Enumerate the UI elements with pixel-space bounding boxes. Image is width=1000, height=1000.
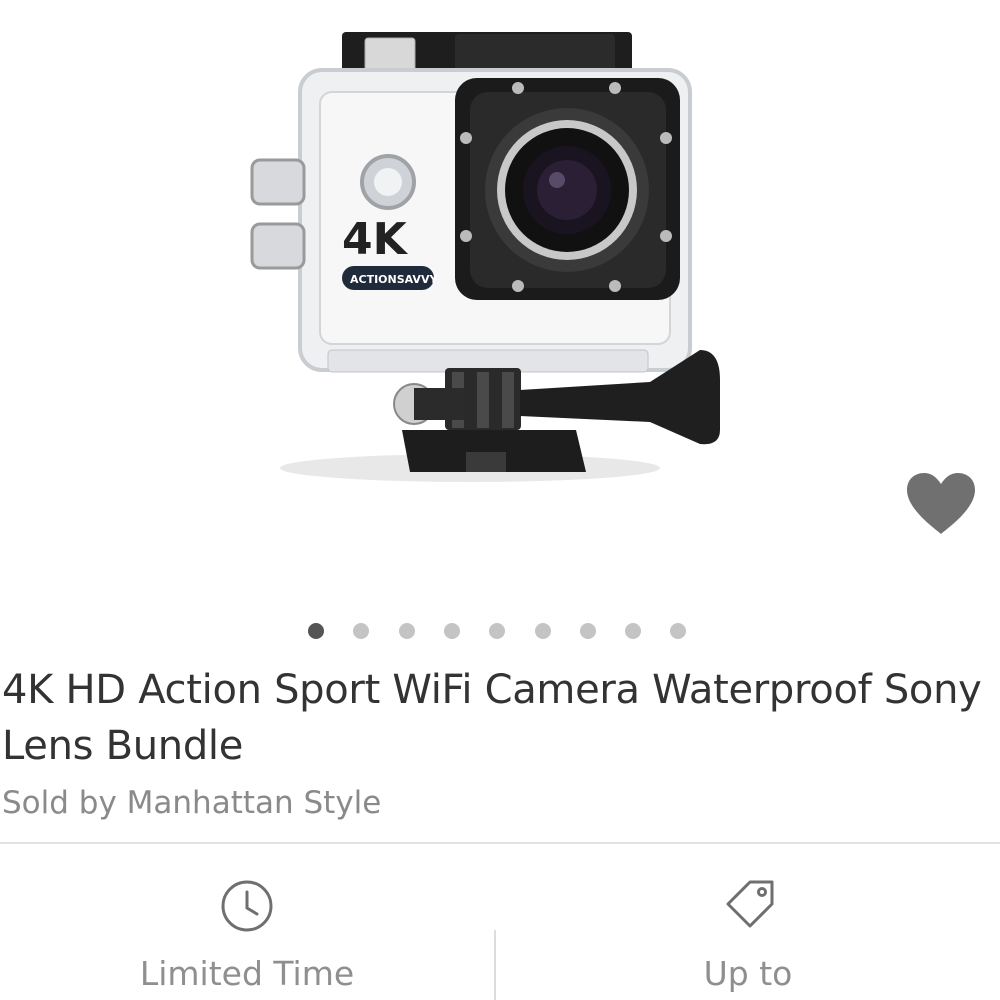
carousel-dot[interactable] bbox=[625, 623, 642, 639]
carousel-dot[interactable] bbox=[670, 623, 687, 639]
product-image[interactable]: 4K ACTIONSAVVY bbox=[230, 20, 740, 520]
carousel-dot[interactable] bbox=[443, 623, 460, 639]
product-title: 4K HD Action Sport WiFi Camera Waterproo… bbox=[2, 667, 982, 769]
camera-brand-logo: ACTIONSAVVY bbox=[350, 273, 438, 286]
carousel-dot[interactable] bbox=[579, 623, 596, 639]
clock-icon bbox=[221, 880, 273, 932]
carousel-dot[interactable] bbox=[489, 623, 506, 639]
carousel-dot[interactable] bbox=[534, 623, 551, 639]
carousel-dot[interactable] bbox=[308, 623, 324, 639]
price-tag-icon bbox=[726, 880, 774, 928]
carousel-indicator bbox=[0, 623, 1000, 643]
carousel-dot[interactable] bbox=[353, 623, 370, 639]
limited-time-label: Limited Time bbox=[139, 954, 355, 993]
carousel-dot[interactable] bbox=[398, 623, 415, 639]
favorite-button[interactable] bbox=[903, 470, 979, 538]
divider bbox=[0, 842, 1000, 844]
camera-4k-logo: 4K bbox=[342, 214, 409, 265]
heart-icon bbox=[907, 473, 975, 534]
discount-cell[interactable]: Up to bbox=[496, 870, 1000, 1000]
up-to-label: Up to bbox=[703, 954, 793, 993]
limited-time-cell[interactable]: Limited Time bbox=[0, 870, 494, 1000]
seller-label[interactable]: Sold by Manhattan Style bbox=[2, 783, 381, 823]
